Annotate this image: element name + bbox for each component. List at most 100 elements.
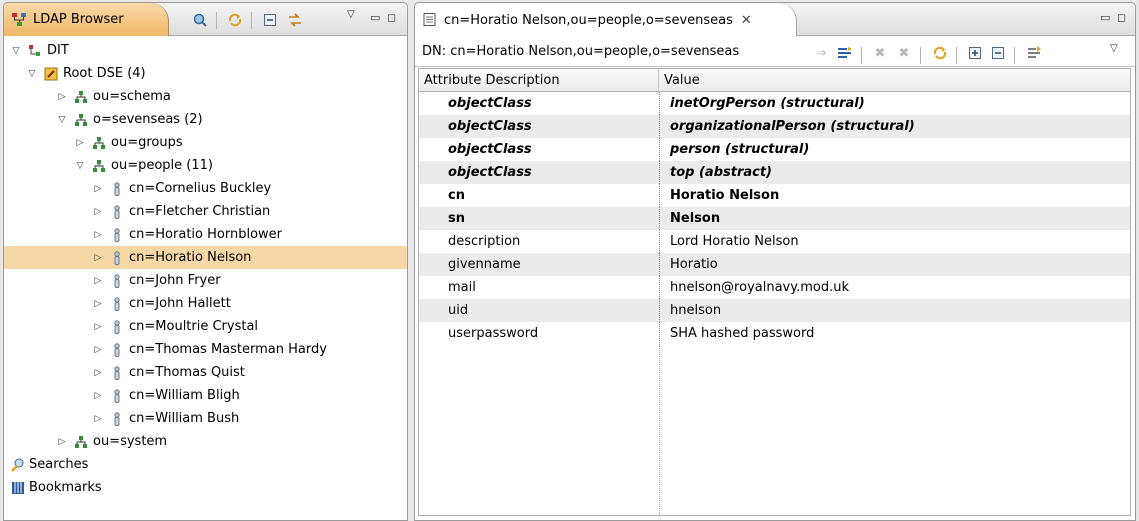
tree-item[interactable]: ▷ cn=Fletcher Christian [4,200,407,223]
expand-all-icon[interactable] [966,44,984,62]
attribute-row[interactable]: userpassword SHA hashed password [419,322,1130,345]
column-header-value-label: Value [664,72,700,88]
tree-item[interactable]: ▽ DIT [4,39,407,62]
view-menu-icon[interactable]: ▽ [347,9,355,20]
collapsed-twisty-icon[interactable]: ▷ [92,276,104,286]
column-header-attribute[interactable]: Attribute Description [419,69,659,91]
collapse-all-icon[interactable] [989,44,1007,62]
browser-tree: ▽ DIT ▽ Root DSE (4) ▷ ou=schema ▽ o=sevenseas … [4,39,407,520]
attribute-value[interactable]: inetOrgPerson (structural) [659,92,1130,115]
tree-item[interactable]: ▷ cn=Horatio Hornblower [4,223,407,246]
new-attribute-icon[interactable] [836,44,854,62]
tree-item[interactable]: Searches [4,453,407,476]
attribute-row[interactable]: givenname Horatio [419,253,1130,276]
tree-item[interactable]: ▽ Root DSE (4) [4,62,407,85]
refresh-icon[interactable] [226,11,244,29]
expanded-twisty-icon[interactable]: ▽ [10,46,22,56]
ou-icon [74,435,88,449]
attribute-row[interactable]: uid hnelson [419,299,1130,322]
search-icon[interactable] [191,11,209,29]
person-icon [110,411,124,426]
ldap-browser-view: LDAP Browser ▽ ▭ ◻ ▽ DIT ▽ Root DSE (4) ▷ ou=… [3,2,408,521]
maximize-icon[interactable]: ◻ [1117,11,1126,24]
collapsed-twisty-icon[interactable]: ▷ [92,414,104,424]
attribute-name: objectClass [448,119,532,134]
tree-item[interactable]: ▷ ou=system [4,430,407,453]
maximize-icon[interactable]: ◻ [387,11,396,24]
new-value-icon[interactable]: ⇒ [812,44,830,62]
tree-item-label: cn=Thomas Masterman Hardy [129,342,327,357]
collapsed-twisty-icon[interactable]: ▷ [92,184,104,194]
expanded-twisty-icon[interactable]: ▽ [56,115,68,125]
collapsed-twisty-icon[interactable]: ▷ [56,437,68,447]
collapsed-twisty-icon[interactable]: ▷ [92,368,104,378]
tree-item[interactable]: ▷ cn=Cornelius Buckley [4,177,407,200]
column-header-value[interactable]: Value [659,69,700,91]
tree-item-label: cn=John Hallett [129,296,231,311]
collapsed-twisty-icon[interactable]: ▷ [92,345,104,355]
collapsed-twisty-icon[interactable]: ▷ [92,230,104,240]
searches-icon [10,457,26,473]
expanded-twisty-icon[interactable]: ▽ [26,69,38,79]
attribute-row[interactable]: sn Nelson [419,207,1130,230]
tree-item[interactable]: ▽ o=sevenseas (2) [4,108,407,131]
expanded-twisty-icon[interactable]: ▽ [74,161,86,171]
tree-item[interactable]: ▷ cn=William Bush [4,407,407,430]
attribute-name: mail [448,280,476,295]
tree-item[interactable]: ▽ ou=people (11) [4,154,407,177]
delete-all-icon[interactable]: ✖ [895,44,913,62]
tree-item[interactable]: ▷ cn=Horatio Nelson [4,246,407,269]
refresh-icon[interactable] [931,44,949,62]
collapsed-twisty-icon[interactable]: ▷ [92,391,104,401]
collapsed-twisty-icon[interactable]: ▷ [92,322,104,332]
attribute-row[interactable]: objectClass inetOrgPerson (structural) [419,92,1130,115]
tree-item[interactable]: ▷ cn=Moultrie Crystal [4,315,407,338]
link-with-editor-icon[interactable] [286,11,304,29]
minimize-icon[interactable]: ▭ [370,11,380,24]
table-header: Attribute Description Value [418,68,1131,92]
tree-item[interactable]: ▷ cn=Thomas Masterman Hardy [4,338,407,361]
tree-item[interactable]: ▷ cn=William Bligh [4,384,407,407]
entry-editor-tab[interactable]: cn=Horatio Nelson,ou=people,o=sevenseas … [415,3,797,37]
collapsed-twisty-icon[interactable]: ▷ [56,92,68,102]
show-decorated-values-icon[interactable] [1025,44,1043,62]
bookmarks-icon [10,480,26,496]
tree-item[interactable]: ▷ cn=John Hallett [4,292,407,315]
attribute-value[interactable]: hnelson@royalnavy.mod.uk [659,276,1130,299]
person-icon [110,181,124,196]
collapsed-twisty-icon[interactable]: ▷ [74,138,86,148]
ou-icon [92,136,106,150]
attribute-value[interactable]: Horatio [659,253,1130,276]
attribute-row[interactable]: mail hnelson@royalnavy.mod.uk [419,276,1130,299]
attribute-row[interactable]: cn Horatio Nelson [419,184,1130,207]
tree-item[interactable]: ▷ cn=Thomas Quist [4,361,407,384]
collapsed-twisty-icon[interactable]: ▷ [92,207,104,217]
view-menu-icon[interactable]: ▽ [1110,43,1118,54]
attribute-row[interactable]: objectClass top (abstract) [419,161,1130,184]
tree-item[interactable]: Bookmarks [4,476,407,499]
tree-item[interactable]: ▷ ou=groups [4,131,407,154]
attribute-value[interactable]: Lord Horatio Nelson [659,230,1130,253]
attribute-row[interactable]: objectClass person (structural) [419,138,1130,161]
ldap-browser-tab[interactable]: LDAP Browser [4,3,169,36]
collapsed-twisty-icon[interactable]: ▷ [92,253,104,263]
delete-icon[interactable]: ✖ [871,44,889,62]
collapsed-twisty-icon[interactable]: ▷ [92,299,104,309]
attribute-value[interactable]: organizationalPerson (structural) [659,115,1130,138]
attribute-row[interactable]: objectClass organizationalPerson (structu… [419,115,1130,138]
tree-item-label: cn=Moultrie Crystal [129,319,259,334]
collapse-all-icon[interactable] [261,11,279,29]
attribute-value[interactable]: person (structural) [659,138,1130,161]
minimize-icon[interactable]: ▭ [1100,11,1110,24]
attribute-row[interactable]: description Lord Horatio Nelson [419,230,1130,253]
attribute-value[interactable]: hnelson [659,299,1130,322]
attribute-value[interactable]: Nelson [659,207,1130,230]
attribute-value[interactable]: top (abstract) [659,161,1130,184]
close-tab-icon[interactable]: ✕ [741,13,752,28]
attribute-value[interactable]: SHA hashed password [659,322,1130,345]
person-icon [110,250,124,265]
tree-item-label: cn=John Fryer [129,273,221,288]
tree-item[interactable]: ▷ ou=schema [4,85,407,108]
attribute-value[interactable]: Horatio Nelson [659,184,1130,207]
tree-item[interactable]: ▷ cn=John Fryer [4,269,407,292]
